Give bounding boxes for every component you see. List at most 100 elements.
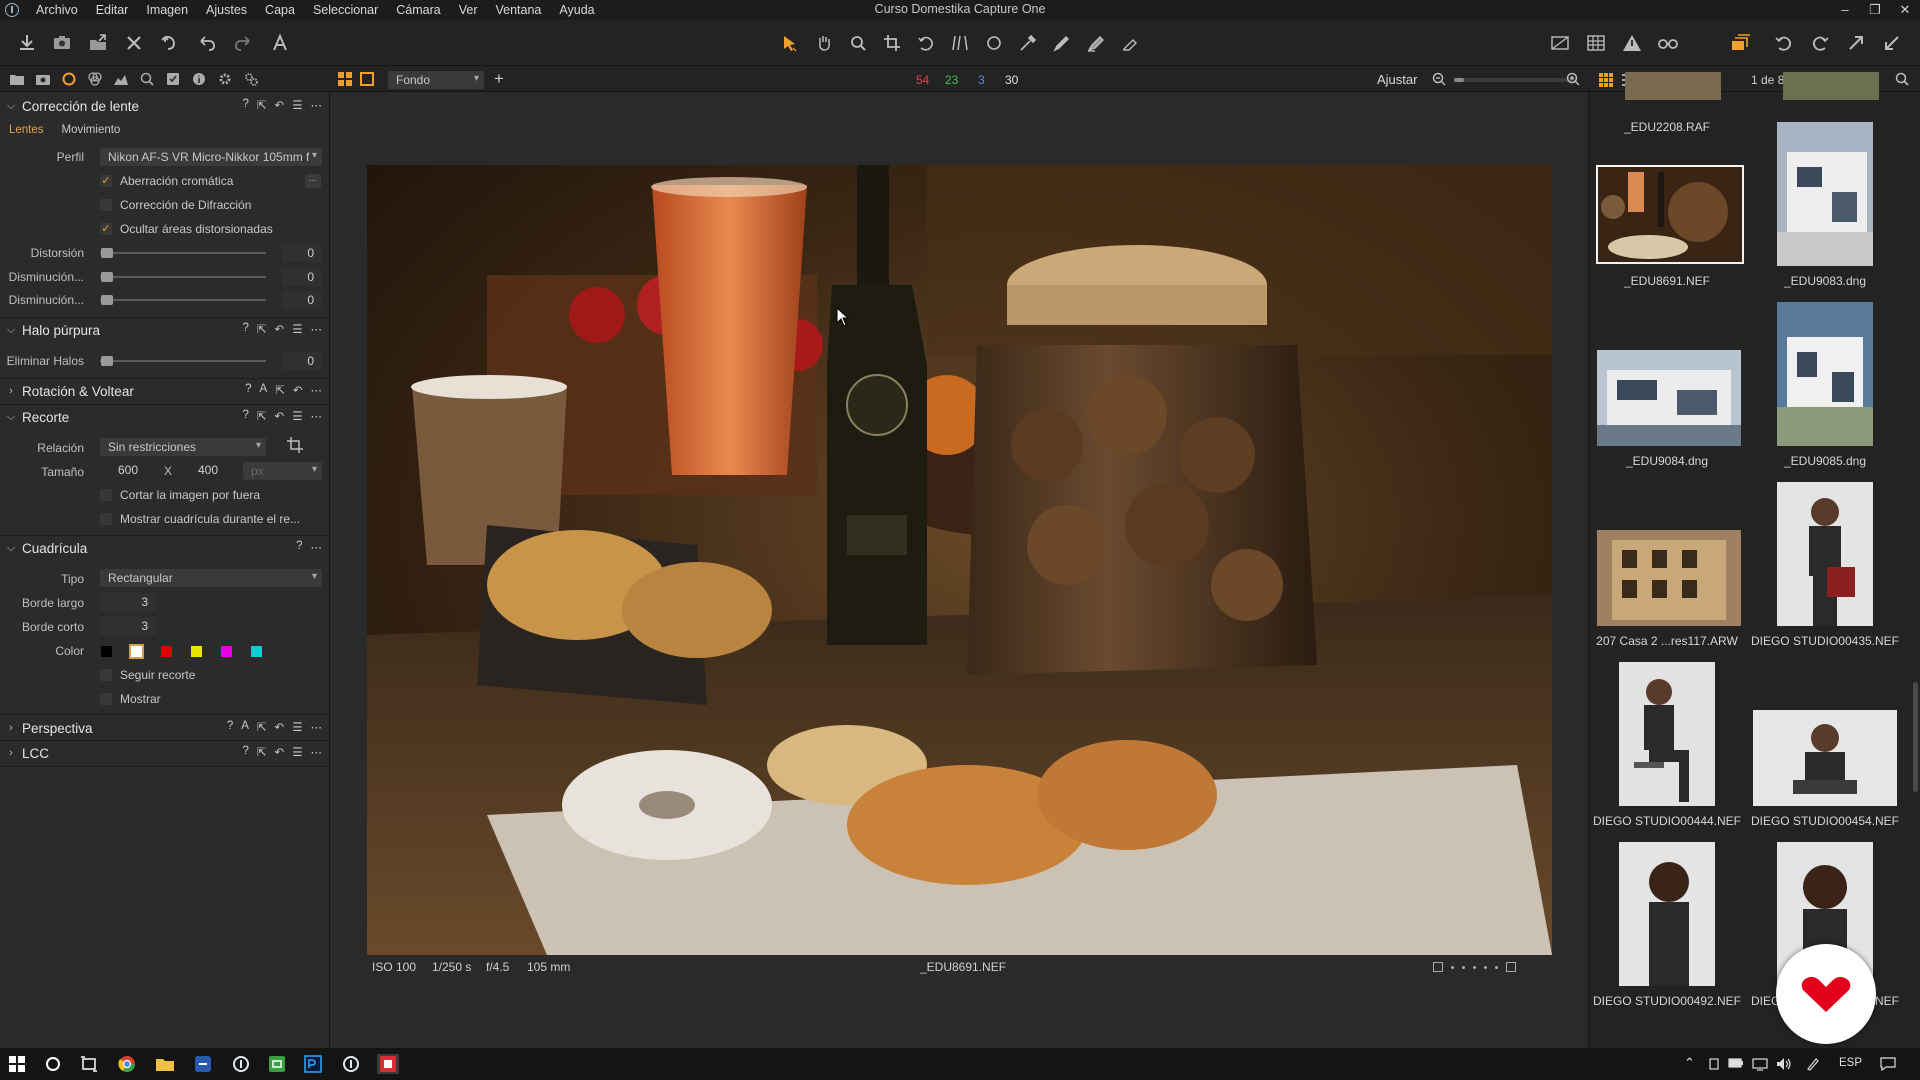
exposure-tab-icon[interactable] (110, 68, 132, 90)
zoom-in-icon[interactable] (1566, 72, 1580, 89)
fit-label[interactable]: Ajustar (1377, 72, 1417, 87)
presets-icon[interactable]: ☰ (292, 98, 302, 112)
menu-ajustes[interactable]: Ajustes (197, 0, 256, 20)
network-icon[interactable] (1752, 1057, 1768, 1074)
gradient-mask-icon[interactable] (1082, 29, 1110, 57)
cortana-search-icon[interactable] (42, 1054, 64, 1074)
capture-one-app-icon[interactable] (230, 1054, 252, 1074)
batch-tab-icon[interactable] (240, 68, 262, 90)
rating-dot-icon[interactable] (1484, 965, 1487, 969)
thumbnail-image[interactable] (1625, 72, 1721, 100)
help-icon[interactable]: ? (227, 720, 233, 734)
rotate-tool-icon[interactable] (912, 29, 940, 57)
presets-icon[interactable]: ☰ (292, 409, 302, 423)
swatch-white[interactable] (129, 644, 144, 659)
chrome-icon[interactable] (116, 1054, 138, 1074)
swatch-red[interactable] (161, 646, 172, 657)
camtasia-icon[interactable] (266, 1054, 288, 1074)
checkbox-icon[interactable] (100, 693, 112, 705)
auto-icon[interactable]: A (241, 720, 249, 734)
reset-icon[interactable]: ↶ (275, 322, 285, 336)
checkbox-icon[interactable] (100, 199, 112, 211)
more-options-icon[interactable]: ⋯ (311, 409, 323, 423)
output-tab-icon[interactable] (214, 68, 236, 90)
menu-imagen[interactable]: Imagen (137, 0, 197, 20)
thumbnail-item[interactable]: _EDU9083.dng (1747, 122, 1903, 300)
reset-icon[interactable]: ↶ (293, 383, 303, 397)
screen-recorder-icon[interactable] (377, 1054, 399, 1074)
distortion-value[interactable]: 0 (282, 244, 322, 262)
exposure-warning-icon[interactable] (1546, 29, 1574, 57)
notifications-icon[interactable] (1880, 1057, 1896, 1074)
erase-mask-icon[interactable] (1116, 29, 1144, 57)
color-tag-icon[interactable] (1433, 962, 1443, 972)
import-icon[interactable] (13, 29, 41, 57)
crop-width-field[interactable]: 600 (118, 463, 138, 477)
defringe-slider-handle[interactable] (101, 356, 113, 366)
zoom-out-icon[interactable] (1432, 72, 1446, 89)
help-icon[interactable]: ? (243, 409, 249, 423)
style-layer-dropdown[interactable]: Fondo ▾ (388, 71, 484, 89)
metadata-tab-icon[interactable] (188, 68, 210, 90)
menu-seleccionar[interactable]: Seleccionar (304, 0, 387, 20)
thumbnail-item[interactable]: _EDU9085.dng (1747, 302, 1903, 480)
more-options-icon[interactable]: ⋯ (311, 720, 323, 734)
task-view-icon[interactable] (78, 1054, 100, 1074)
more-options-icon[interactable]: ⋯ (311, 745, 323, 759)
minimize-button[interactable]: – (1830, 0, 1860, 20)
thumbnail-image[interactable] (1783, 72, 1879, 100)
app-icon[interactable] (192, 1054, 214, 1074)
capture-one-running-icon[interactable] (340, 1054, 362, 1074)
capture-tab-icon[interactable] (32, 68, 54, 90)
more-options-icon[interactable]: ⋯ (311, 383, 323, 397)
reset-icon[interactable]: ↶ (275, 409, 285, 423)
thumbnail-image[interactable] (1777, 482, 1873, 626)
thumbnail-item[interactable]: _EDU9084.dng (1589, 302, 1745, 480)
language-indicator[interactable]: ESP (1839, 1057, 1862, 1069)
tab-movimiento[interactable]: Movimiento (53, 122, 130, 140)
long-edge-value[interactable]: 3 (100, 593, 156, 611)
presets-icon[interactable]: ☰ (292, 322, 302, 336)
close-button[interactable]: ✕ (1890, 0, 1920, 20)
reset-icon[interactable]: ↶ (275, 745, 285, 759)
chromatic-aberration-option[interactable]: ✓ Aberración cromática (100, 172, 233, 190)
perspective-header[interactable]: › Perspectiva ? A ⇱ ↶ ☰ ⋯ (0, 716, 330, 740)
zoom-slider[interactable] (1454, 78, 1577, 82)
crop-tool-icon[interactable] (286, 436, 306, 456)
swatch-black[interactable] (101, 646, 112, 657)
multi-view-icon[interactable] (338, 72, 352, 89)
grid-type-dropdown[interactable]: Rectangular ▾ (100, 569, 322, 587)
thumbnail-image[interactable] (1596, 165, 1744, 264)
thumbnail-image[interactable] (1597, 530, 1741, 626)
distortion-slider-handle[interactable] (101, 248, 113, 258)
main-photo[interactable] (367, 165, 1552, 955)
text-tool-icon[interactable] (266, 29, 294, 57)
swatch-yellow[interactable] (191, 646, 202, 657)
copy-apply-icon[interactable]: ⇱ (257, 745, 267, 759)
show-grid-while-cropping-option[interactable]: Mostrar cuadrícula durante el re... (100, 510, 300, 528)
short-edge-value[interactable]: 3 (100, 617, 156, 635)
help-icon[interactable]: ? (243, 98, 249, 112)
crop-height-field[interactable]: 400 (198, 463, 218, 477)
details-tab-icon[interactable] (136, 68, 158, 90)
falloff-value[interactable]: 0 (282, 268, 322, 286)
checkbox-icon[interactable] (100, 489, 112, 501)
draw-mask-icon[interactable] (1048, 29, 1076, 57)
thumbnail-image[interactable] (1777, 122, 1873, 266)
checkbox-checked-icon[interactable]: ✓ (100, 175, 112, 187)
color-picker-icon[interactable] (1014, 29, 1042, 57)
defringe-slider[interactable] (100, 360, 266, 362)
lcc-header[interactable]: › LCC ? ⇱ ↶ ☰ ⋯ (0, 741, 330, 765)
copy-apply-icon[interactable]: ⇱ (257, 409, 267, 423)
falloff-slider-handle[interactable] (101, 272, 113, 282)
thumbnail-item-selected[interactable]: _EDU8691.NEF (1589, 122, 1745, 300)
presets-icon[interactable]: ☰ (292, 745, 302, 759)
maximize-button[interactable]: ❐ (1860, 0, 1890, 20)
falloff-slider[interactable] (100, 276, 266, 278)
crop-tool-icon[interactable] (878, 29, 906, 57)
purple-fringing-header[interactable]: ⌵ Halo púrpura ? ⇱ ↶ ☰ ⋯ (0, 318, 330, 342)
checkbox-icon[interactable] (100, 513, 112, 525)
follow-crop-option[interactable]: Seguir recorte (100, 666, 195, 684)
select-cursor-icon[interactable] (776, 29, 804, 57)
menu-archivo[interactable]: Archivo (27, 0, 87, 20)
